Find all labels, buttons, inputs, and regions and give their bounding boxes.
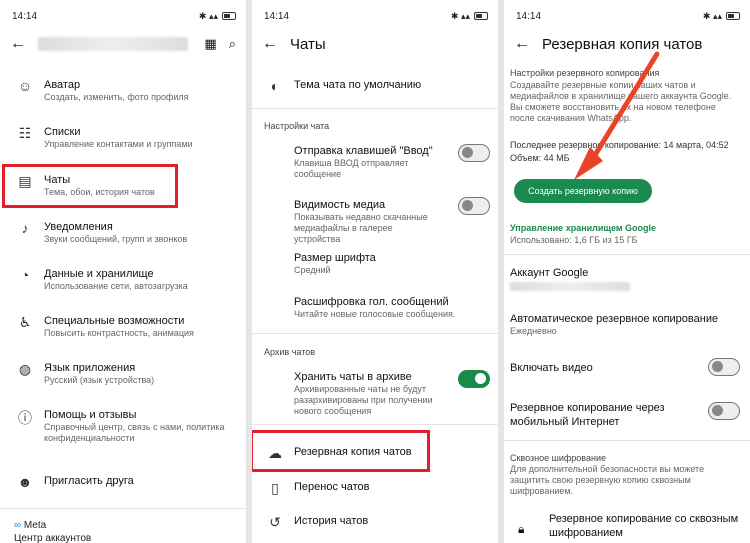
annotation-arrow [574,51,660,180]
arrow-shaft [589,51,660,163]
